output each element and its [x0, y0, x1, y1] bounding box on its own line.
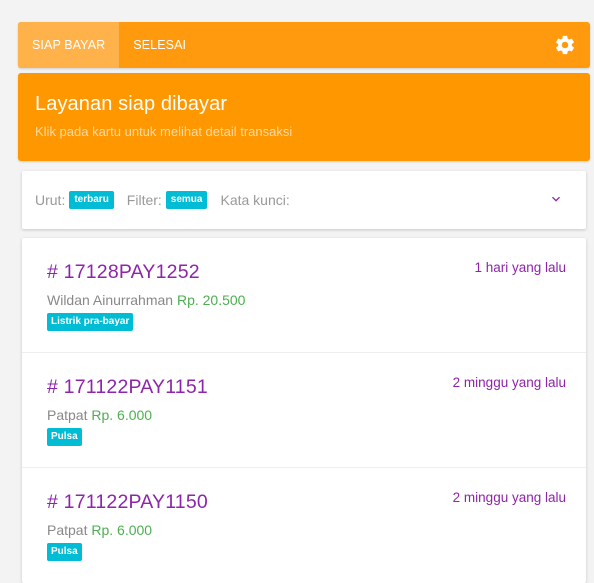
transaction-time: 2 minggu yang lalu [452, 375, 566, 390]
transaction-card[interactable]: # 171122PAY1150 2 minggu yang lalu Patpa… [22, 468, 586, 583]
sort-label: Urut: [35, 192, 66, 208]
transaction-detail: Wildan Ainurrahman Rp. 20.500 [47, 292, 566, 308]
customer-name: Patpat [47, 407, 88, 423]
transaction-amount: Rp. 20.500 [176, 292, 246, 308]
top-tab-bar: SIAP BAYAR SELESAI [18, 22, 590, 68]
status-banner: Layanan siap dibayar Klik pada kartu unt… [18, 73, 590, 161]
keyword-label: Kata kunci: [220, 192, 290, 208]
filter-bar[interactable]: Urut: terbaru Filter: semua Kata kunci: [22, 171, 586, 229]
transaction-card[interactable]: # 171122PAY1151 2 minggu yang lalu Patpa… [22, 353, 586, 468]
transaction-list: # 17128PAY1252 1 hari yang lalu Wildan A… [22, 238, 586, 583]
transaction-time: 2 minggu yang lalu [452, 490, 566, 505]
customer-name: Patpat [47, 522, 88, 538]
filter-label: Filter: [126, 192, 162, 208]
service-type-badge: Pulsa [47, 543, 82, 561]
service-type-badge: Listrik pra-bayar [47, 313, 134, 331]
chevron-down-icon[interactable] [548, 191, 564, 207]
transaction-amount: Rp. 6.000 [91, 407, 153, 423]
gear-icon[interactable] [554, 34, 576, 56]
banner-subtitle: Klik pada kartu untuk melihat detail tra… [35, 124, 293, 139]
transaction-time: 1 hari yang lalu [474, 260, 566, 275]
customer-name: Wildan Ainurrahman [47, 292, 174, 308]
filter-chip[interactable]: semua [165, 191, 208, 209]
app: SIAP BAYAR SELESAI Layanan siap dibayar … [18, 22, 590, 583]
banner-title: Layanan siap dibayar [35, 93, 228, 115]
transaction-detail: Patpat Rp. 6.000 [47, 522, 566, 538]
transaction-detail: Patpat Rp. 6.000 [47, 407, 566, 423]
sort-chip[interactable]: terbaru [69, 191, 114, 209]
service-type-badge: Pulsa [47, 428, 82, 446]
tab-selesai[interactable]: SELESAI [119, 22, 200, 68]
transaction-amount: Rp. 6.000 [91, 522, 153, 538]
transaction-card[interactable]: # 17128PAY1252 1 hari yang lalu Wildan A… [22, 238, 586, 353]
tab-siap-bayar[interactable]: SIAP BAYAR [18, 22, 120, 68]
